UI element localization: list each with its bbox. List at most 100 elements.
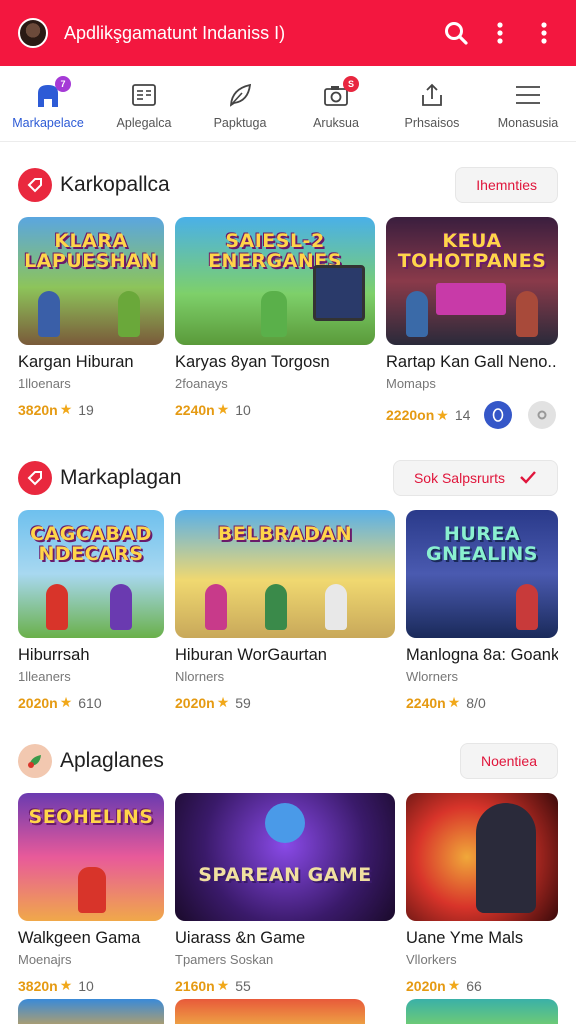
- section-button[interactable]: Sok Salpsrurts: [392, 460, 558, 496]
- game-thumbnail: HUREA GNEALINS: [406, 510, 558, 638]
- game-title: Hiburan WorGaurtan: [175, 646, 327, 664]
- game-thumbnail: SAIESL-2 ENERGANES: [175, 217, 375, 345]
- game-card-partial[interactable]: [406, 999, 558, 1024]
- app-bar: Apdlikşgamatunt Indaniss I): [0, 0, 576, 66]
- game-card[interactable]: Uane Yme Mals Vllorkers 2020n ★ 66: [406, 793, 558, 994]
- game-count: 66: [466, 977, 482, 994]
- game-card-partial[interactable]: [18, 999, 164, 1024]
- game-subtitle: 1lloenars: [18, 376, 71, 391]
- game-card[interactable]: BELBRADAN Hiburan WorGaurtan Nlorners 20…: [175, 510, 395, 711]
- game-title: Karyas 8yan Torgosn: [175, 353, 330, 371]
- game-subtitle: 2foanays: [175, 376, 228, 391]
- game-title: Walkgeen Gama: [18, 929, 141, 947]
- tab-markapelace[interactable]: 7 Markapelace: [0, 66, 96, 141]
- game-title: Rartap Kan Gall Neno...: [386, 353, 558, 371]
- tab-aruksua[interactable]: S Aruksua: [288, 66, 384, 141]
- thumbnail-art-text: HUREA GNEALINS: [426, 523, 538, 565]
- search-icon[interactable]: [438, 15, 474, 51]
- section-button[interactable]: Noentiea: [459, 743, 558, 779]
- game-card[interactable]: SPAREAN GAME Uiarass &n Game Tpamers Sos…: [175, 793, 395, 994]
- tab-prhsaisos[interactable]: Prhsaisos: [384, 66, 480, 141]
- star-icon: ★: [447, 694, 461, 710]
- game-card[interactable]: SEOHELINS Walkgeen Gama Moenajrs 3820n ★ 1…: [18, 793, 164, 994]
- coin-icon[interactable]: [484, 401, 513, 429]
- share-icon: [417, 80, 447, 110]
- game-thumbnail: SEOHELINS: [18, 793, 164, 921]
- tag-icon: [18, 168, 52, 202]
- tab-label: Aplegalca: [116, 116, 172, 130]
- game-thumbnail: KEUA TOHOTPANES: [386, 217, 558, 345]
- game-rating: 2160n: [175, 977, 215, 994]
- more-vertical-icon[interactable]: [482, 15, 518, 51]
- tag-icon: [18, 461, 52, 495]
- game-subtitle: Momaps: [386, 376, 436, 391]
- tab-label: Prhsaisos: [404, 116, 460, 130]
- tab-aplegalca[interactable]: Aplegalca: [96, 66, 192, 141]
- game-count: 19: [78, 401, 94, 418]
- leaf-icon: [18, 744, 52, 778]
- game-count: 55: [235, 977, 251, 994]
- thumbnail-art-text: SEOHELINS: [28, 806, 154, 828]
- game-title: Manlogna 8a: Goank: [406, 646, 558, 664]
- gear-icon[interactable]: [528, 401, 557, 429]
- game-card[interactable]: CAGCABAD NDECARS Hiburrsah 1lleaners 202…: [18, 510, 164, 711]
- store-icon: 7: [33, 76, 71, 110]
- section-button[interactable]: Ihemnties: [455, 167, 558, 203]
- thumbnail-art-text: KLARA LAPUESHAN: [24, 230, 158, 272]
- game-count: 14: [454, 407, 471, 423]
- game-thumbnail: SPAREAN GAME: [175, 793, 395, 921]
- tab-label: Papktuga: [213, 116, 267, 130]
- game-count: 8/0: [466, 694, 486, 711]
- game-title: Kargan Hiburan: [18, 353, 134, 371]
- game-title: Hiburrsah: [18, 646, 90, 664]
- tab-monasusia[interactable]: Monasusia: [480, 66, 576, 141]
- tab-badge: S: [343, 76, 359, 92]
- camera-icon: S: [321, 76, 359, 110]
- thumbnail-art-text: SPAREAN GAME: [198, 864, 372, 886]
- game-rating: 3820n: [18, 977, 58, 994]
- game-card[interactable]: SAIESL-2 ENERGANES Karyas 8yan Torgosn 2…: [175, 217, 375, 418]
- star-icon: ★: [59, 401, 73, 417]
- game-card[interactable]: KEUA TOHOTPANES Rartap Kan Gall Neno... …: [386, 217, 558, 429]
- game-rating: 2020n: [18, 694, 58, 711]
- star-icon: ★: [447, 977, 461, 993]
- avatar[interactable]: [18, 18, 48, 48]
- section-title: Markaplagan: [60, 466, 182, 489]
- game-subtitle: Vllorkers: [406, 952, 457, 967]
- game-rating: 2240n: [175, 401, 215, 418]
- tab-badge: 7: [55, 76, 71, 92]
- game-subtitle: 1lleaners: [18, 669, 71, 684]
- check-icon: [519, 470, 537, 487]
- section-markaplagan: Markaplagan Sok Salpsrurts CAGCABAD NDEC…: [0, 456, 576, 720]
- thumbnail-art-text: BELBRADAN: [217, 523, 353, 545]
- menu-icon: [513, 80, 543, 110]
- game-count: 59: [235, 694, 251, 711]
- game-thumbnail: KLARA LAPUESHAN: [18, 217, 164, 345]
- game-card-partial[interactable]: [175, 999, 365, 1024]
- section-aplaglanes: Aplaglanes Noentiea SEOHELINS Walkgeen G…: [0, 739, 576, 1003]
- game-thumbnail: BELBRADAN: [175, 510, 395, 638]
- game-subtitle: Moenajrs: [18, 952, 72, 967]
- star-icon: ★: [216, 401, 230, 417]
- star-icon: ★: [436, 406, 449, 423]
- game-card[interactable]: HUREA GNEALINS Manlogna 8a: Goank Wlorne…: [406, 510, 558, 711]
- game-subtitle: Tpamers Soskan: [175, 952, 274, 967]
- tab-label: Monasusia: [497, 116, 559, 130]
- list-icon: [129, 80, 159, 110]
- game-count: 10: [235, 401, 251, 418]
- section-title: Karkopallca: [60, 173, 170, 196]
- star-icon: ★: [216, 977, 230, 993]
- tab-papktuga[interactable]: Papktuga: [192, 66, 288, 141]
- app-title: Apdlikşgamatunt Indaniss I): [64, 22, 286, 43]
- leaf-icon: [225, 80, 255, 110]
- overflow-menu-icon[interactable]: [526, 15, 562, 51]
- star-icon: ★: [216, 694, 230, 710]
- game-thumbnail: [406, 793, 558, 921]
- game-rating: 2020n: [175, 694, 215, 711]
- game-title: Uane Yme Mals: [406, 929, 524, 947]
- section-button-label: Sok Salpsrurts: [413, 470, 505, 486]
- game-subtitle: Nlorners: [175, 669, 225, 684]
- star-icon: ★: [59, 977, 73, 993]
- section-karkopallca: Karkopallca Ihemnties KLARA LAPUESHAN Ka…: [0, 163, 576, 429]
- game-card[interactable]: KLARA LAPUESHAN Kargan Hiburan 1lloenars…: [18, 217, 164, 418]
